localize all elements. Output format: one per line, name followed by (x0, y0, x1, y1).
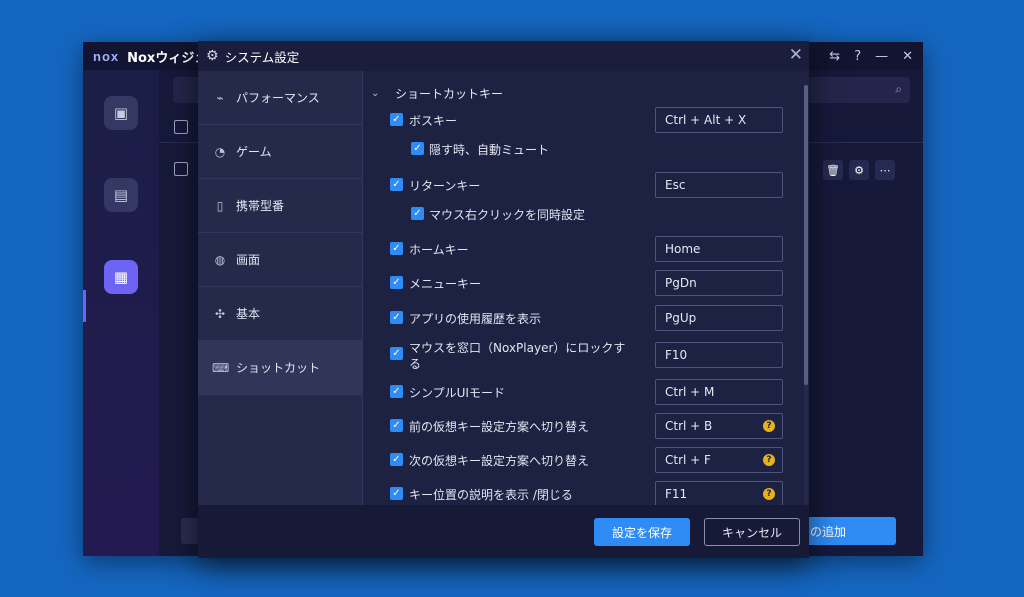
auto-mute-checkbox[interactable]: ✓ (411, 142, 424, 155)
nav-item-phone-model[interactable]: ▯ 携帯型番 (198, 179, 362, 233)
option-label: 次の仮想キー設定方案へ切り替え (409, 454, 590, 468)
option-label: ホームキー (409, 243, 469, 257)
boss-key-field[interactable]: Ctrl + Alt + X (655, 107, 783, 133)
option-label: メニューキー (409, 277, 482, 291)
help-icon[interactable]: ? (763, 420, 775, 432)
nav-item-shortcut[interactable]: ⌨ ショットカット (198, 341, 362, 395)
close-icon[interactable]: ✕ (902, 49, 913, 64)
app-title: Noxウィジェ (127, 50, 208, 66)
settings-nav: ⌁ パフォーマンス ◔ ゲーム ▯ 携帯型番 ◍ 画面 ✣ 基本 ⌨ ショットカ… (198, 71, 363, 505)
cancel-button[interactable]: キャンセル (704, 518, 800, 546)
return-key-checkbox[interactable]: ✓ (390, 178, 403, 191)
menu-key-field[interactable]: PgDn (655, 270, 783, 296)
next-keymap-key-field[interactable]: Ctrl + F? (655, 447, 783, 473)
nav-item-label: パフォーマンス (236, 91, 320, 105)
key-value: Ctrl + F (665, 453, 711, 467)
key-value: PgUp (665, 311, 697, 325)
gear-icon: ⚙ (206, 48, 219, 64)
nav-item-label: 基本 (236, 307, 261, 321)
window-switch-icon[interactable]: ⇆ (829, 49, 840, 64)
app-history-checkbox[interactable]: ✓ (390, 311, 403, 324)
close-icon[interactable]: ✕ (789, 45, 803, 65)
key-hint-checkbox[interactable]: ✓ (390, 487, 403, 500)
nav-item-basic[interactable]: ✣ 基本 (198, 287, 362, 341)
menu-key-checkbox[interactable]: ✓ (390, 276, 403, 289)
toolbox-icon[interactable]: ▦ (104, 260, 138, 294)
prev-keymap-checkbox[interactable]: ✓ (390, 419, 403, 432)
option-label: シンプルUIモード (409, 386, 505, 400)
search-icon[interactable]: ⌕ (895, 82, 902, 97)
key-value: PgDn (665, 276, 697, 290)
pulse-icon: ⌁ (216, 90, 224, 105)
section-header[interactable]: ⌄ ショートカットキー (371, 85, 503, 102)
key-value: F10 (665, 348, 688, 362)
store-icon[interactable]: ▤ (104, 178, 138, 212)
puzzle-icon: ✣ (214, 306, 226, 321)
home-key-checkbox[interactable]: ✓ (390, 242, 403, 255)
boss-key-checkbox[interactable]: ✓ (390, 113, 403, 126)
phone-icon: ▯ (216, 198, 224, 213)
scrollbar[interactable] (804, 85, 808, 505)
settings-dialog: ⚙ システム設定 ✕ ⌁ パフォーマンス ◔ ゲーム ▯ 携帯型番 ◍ 画面 ✣… (198, 41, 809, 558)
dialog-footer: 設定を保存 キャンセル (198, 505, 809, 558)
key-value: Esc (665, 178, 686, 192)
help-icon[interactable]: ? (763, 488, 775, 500)
section-title: ショートカットキー (395, 87, 504, 101)
dialog-titlebar: ⚙ システム設定 ✕ (198, 41, 809, 71)
nav-item-label: 画面 (236, 253, 261, 267)
active-marker (83, 290, 86, 322)
chevron-down-icon[interactable]: ⌄ (371, 88, 385, 99)
option-label: マウスを窓口（NoxPlayer）にロックする (409, 341, 626, 371)
palette-icon: ◍ (214, 252, 226, 267)
minimize-icon[interactable]: — (875, 49, 888, 64)
key-value: Home (665, 242, 701, 256)
option-label: キー位置の説明を表示 /閉じる (409, 488, 573, 502)
shortcut-settings-panel: ⌄ ショートカットキー ✓ ボスキー Ctrl + Alt + X ✓ 隠す時、… (363, 71, 809, 505)
key-value: Ctrl + M (665, 385, 715, 399)
nav-item-game[interactable]: ◔ ゲーム (198, 125, 362, 179)
trash-icon[interactable]: 🗑 (823, 160, 843, 180)
app-history-key-field[interactable]: PgUp (655, 305, 783, 331)
nav-item-label: ゲーム (236, 145, 272, 159)
dialog-title: システム設定 (224, 49, 300, 65)
option-label: アプリの使用履歴を表示 (409, 312, 542, 326)
home-key-field[interactable]: Home (655, 236, 783, 262)
more-icon[interactable]: ⋯ (875, 160, 895, 180)
option-label: ボスキー (409, 114, 458, 128)
mouse-lock-key-field[interactable]: F10 (655, 342, 783, 368)
select-all-checkbox[interactable] (174, 120, 188, 134)
add-button[interactable]: の追加 (796, 517, 896, 545)
next-keymap-checkbox[interactable]: ✓ (390, 453, 403, 466)
key-hint-key-field[interactable]: F11? (655, 481, 783, 505)
simple-ui-checkbox[interactable]: ✓ (390, 385, 403, 398)
key-value: F11 (665, 487, 688, 501)
mouse-lock-checkbox[interactable]: ✓ (390, 347, 403, 360)
option-label: 隠す時、自動ミュート (429, 143, 550, 157)
nav-item-label: ショットカット (236, 361, 321, 375)
help-icon[interactable]: ? (854, 49, 861, 64)
gamepad-icon: ◔ (214, 144, 226, 159)
prev-keymap-key-field[interactable]: Ctrl + B? (655, 413, 783, 439)
nox-logo: nox (93, 48, 120, 64)
scrollbar-thumb[interactable] (804, 85, 808, 385)
keyboard-icon: ⌨ (212, 360, 230, 375)
row-checkbox[interactable] (174, 162, 188, 176)
nav-item-performance[interactable]: ⌁ パフォーマンス (198, 71, 362, 125)
folder-icon[interactable]: ▣ (104, 96, 138, 130)
app-sidebar: ▣ ▤ ▦ (83, 70, 159, 556)
right-click-checkbox[interactable]: ✓ (411, 207, 424, 220)
key-value: Ctrl + B (665, 419, 713, 433)
save-button[interactable]: 設定を保存 (594, 518, 690, 546)
nav-item-display[interactable]: ◍ 画面 (198, 233, 362, 287)
gear-icon[interactable]: ⚙ (849, 160, 869, 180)
simple-ui-key-field[interactable]: Ctrl + M (655, 379, 783, 405)
help-icon[interactable]: ? (763, 454, 775, 466)
return-key-field[interactable]: Esc (655, 172, 783, 198)
row-tools: 🗑 ⚙ ⋯ (823, 160, 895, 180)
key-value: Ctrl + Alt + X (665, 113, 747, 127)
option-label: 前の仮想キー設定方案へ切り替え (409, 420, 590, 434)
option-label: リターンキー (409, 179, 481, 193)
option-label: マウス右クリックを同時設定 (429, 208, 586, 222)
nav-item-label: 携帯型番 (236, 199, 285, 213)
